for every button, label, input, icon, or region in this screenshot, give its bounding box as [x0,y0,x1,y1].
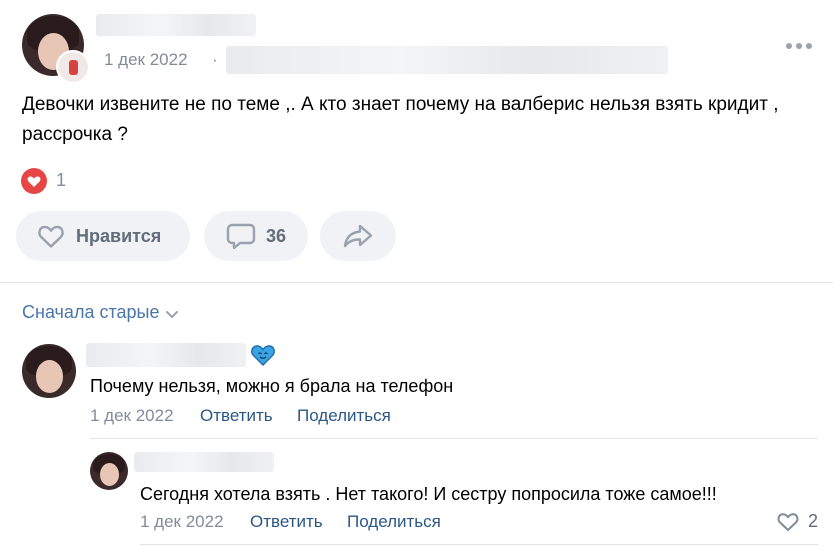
like-button[interactable]: Нравится [16,211,190,261]
reactions-count[interactable]: 1 [56,170,66,191]
comment-date[interactable]: 1 дек 2022 [90,406,174,426]
sort-label: Сначала старые [22,302,160,322]
reaction-heart-icon[interactable] [21,168,47,194]
post-date[interactable]: 1 дек 2022 [104,50,188,70]
comments-sort-dropdown[interactable]: Сначала старые [22,302,179,323]
reply-reply-link[interactable]: Ответить [250,512,323,532]
comment-icon [226,222,256,250]
meta-separator: · [212,50,218,69]
more-options-icon[interactable] [784,38,814,54]
reply-author-avatar[interactable] [90,452,128,490]
chevron-down-icon [165,310,179,320]
post-source-name[interactable] [226,46,668,74]
reply-like-button[interactable]: 2 [776,511,818,532]
reply-divider [140,544,818,545]
reply-share-link[interactable]: Поделиться [347,512,441,532]
like-label: Нравится [76,225,162,246]
comment-text: Почему нельзя, можно я брала на телефон [90,376,454,396]
comment-author-avatar[interactable] [22,344,76,398]
comment-reply-link[interactable]: Ответить [200,406,273,426]
group-badge-avatar[interactable] [56,50,90,84]
heart-outline-icon [36,223,66,249]
comment-author-name[interactable] [86,343,246,367]
comment-share-link[interactable]: Поделиться [297,406,391,426]
reply-likes-count: 2 [808,511,819,531]
share-button[interactable] [320,211,396,261]
heart-outline-icon [776,511,800,532]
post-text: Девочки извените не по теме ,. А кто зна… [22,94,779,145]
comment-divider [90,438,818,439]
reply-text: Сегодня хотела взять . Нет такого! И сес… [140,484,717,504]
reply-date[interactable]: 1 дек 2022 [140,512,224,532]
post-author-name[interactable] [96,14,256,36]
comments-button[interactable]: 36 [204,211,308,261]
blue-heart-emoji-icon [250,341,276,367]
share-arrow-icon [342,223,374,249]
comments-count: 36 [266,225,287,246]
reply-author-name[interactable] [134,452,274,472]
post-divider [0,282,833,283]
